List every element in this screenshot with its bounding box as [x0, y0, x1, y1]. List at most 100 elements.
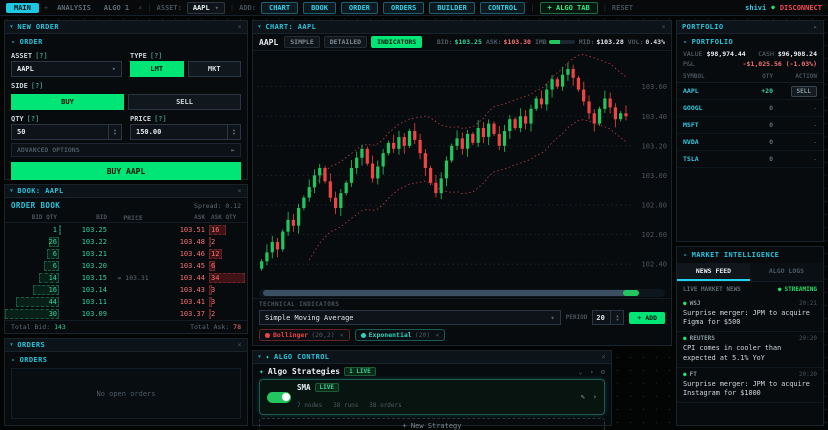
close-icon[interactable]: × [237, 341, 242, 349]
new-strategy-button[interactable]: + New Strategy [259, 418, 605, 430]
expand-icon[interactable]: ▸ [813, 23, 818, 31]
collapse-icon[interactable]: ⌄ [578, 368, 582, 376]
sell-button[interactable]: SELL [791, 86, 817, 97]
add-builder-button[interactable]: BUILDER [429, 2, 475, 14]
asset-select[interactable]: AAPL ▾ [187, 2, 225, 14]
spinner-icon[interactable]: ▲▼ [610, 311, 623, 324]
close-icon[interactable]: × [237, 187, 242, 195]
collapse-icon[interactable]: ▼ [10, 188, 13, 194]
algo-control-header[interactable]: ▼ ✦ ALGO CONTROL × [253, 351, 611, 364]
portfolio-row[interactable]: AAPL+20SELL [677, 83, 823, 100]
collapse-icon[interactable]: ▼ [258, 354, 261, 360]
book-row[interactable]: 14103.15= 103.31103.4434 [5, 272, 247, 284]
ask-price: 103.41 [159, 298, 205, 306]
chart-zoom-grip[interactable] [623, 290, 639, 296]
portfolio-row[interactable]: NVDA0- [677, 134, 823, 151]
close-icon[interactable]: × [237, 23, 242, 31]
close-tab-icon[interactable]: × [138, 4, 142, 12]
qty-stepper[interactable]: 50 ▲▼ [11, 124, 122, 140]
tab-analysis[interactable]: ANALYSIS [53, 3, 95, 13]
side-buy-button[interactable]: BUY [11, 94, 124, 110]
book-row[interactable]: 1103.25103.5116 [5, 224, 247, 236]
spinner-icon[interactable]: ▲▼ [227, 125, 240, 139]
remove-indicator-icon[interactable]: × [340, 331, 344, 339]
collapse-icon[interactable]: ▼ [10, 342, 13, 348]
symbol: TSLA [683, 155, 735, 163]
strategy-name: SMA [297, 383, 311, 392]
portfolio-row[interactable]: MSFT0- [677, 117, 823, 134]
news-source: REUTERS [690, 335, 715, 342]
portfolio-row[interactable]: GOOGL0- [677, 100, 823, 117]
side-sell-button[interactable]: SELL [128, 94, 241, 110]
strategy-toggle[interactable] [267, 392, 291, 403]
chart-area[interactable]: 103.60103.40103.20103.00102.80102.60102.… [253, 51, 671, 288]
remove-indicator-icon[interactable]: × [435, 331, 439, 339]
bid-qty: 30 [5, 310, 57, 318]
news-item[interactable]: ●REUTERS20:20CPI comes in cooler than ex… [677, 332, 823, 367]
book-row[interactable]: 26103.22103.482 [5, 236, 247, 248]
indicator-chip[interactable]: Exponential(20)× [355, 329, 446, 341]
tab-main[interactable]: MAIN [6, 3, 39, 13]
collapse-icon[interactable]: - [683, 38, 688, 46]
chevron-down-icon: ▾ [112, 65, 116, 73]
advanced-options-toggle[interactable]: ADVANCED OPTIONS ► [11, 143, 241, 157]
chart-scrollbar-handle[interactable] [263, 290, 639, 296]
period-stepper[interactable]: 20 ▲▼ [592, 310, 624, 325]
indicator-chip[interactable]: Bollinger(20,2)× [259, 329, 350, 341]
collapse-icon[interactable]: - [11, 38, 16, 46]
book-row[interactable]: 30103.09103.372 [5, 308, 247, 320]
close-icon[interactable]: × [661, 23, 666, 31]
add-tab-icon[interactable]: + [44, 4, 48, 12]
strategy-card[interactable]: SMA LIVE 7 nodes 38 runs 38 orders ✎ › [259, 379, 605, 415]
book-panel: ▼ BOOK: AAPL × ORDER BOOK Spread: 0.12 B… [4, 184, 248, 334]
book-row[interactable]: 6103.21103.4612 [5, 248, 247, 260]
view-detailed-button[interactable]: DETAILED [324, 36, 367, 48]
tab-news-feed[interactable]: NEWS FEED [677, 263, 750, 281]
add-control-button[interactable]: CONTROL [480, 2, 526, 14]
strategy-meta: 7 nodes 38 runs 38 orders [297, 402, 402, 409]
collapse-icon[interactable]: - [11, 356, 16, 364]
chart-scrollbar-track[interactable] [259, 289, 665, 297]
type-lmt-button[interactable]: LMT [130, 61, 184, 77]
news-item[interactable]: ●WSJ20:21Surprise merger: JPM to acquire… [677, 297, 823, 332]
reset-button[interactable]: RESET [612, 4, 633, 12]
close-icon[interactable]: × [601, 353, 606, 361]
view-indicators-button[interactable]: INDICATORS [371, 36, 422, 48]
add-indicator-button[interactable]: + ADD [629, 312, 665, 324]
submit-buy-button[interactable]: BUY AAPL [11, 162, 241, 180]
news-item[interactable]: ●FT20:20Surprise merger: JPM to acquire … [677, 368, 823, 403]
view-simple-button[interactable]: SIMPLE [284, 36, 319, 48]
add-orders-button[interactable]: ORDERS [383, 2, 424, 14]
portfolio-header[interactable]: PORTFOLIO ▸ [677, 21, 823, 34]
add-chart-button[interactable]: CHART [261, 2, 298, 14]
new-order-header[interactable]: ▼ NEW ORDER × [5, 21, 247, 34]
orders-header[interactable]: ▼ ORDERS × [5, 339, 247, 352]
indicator-select[interactable]: Simple Moving Average ▾ [259, 310, 561, 325]
price-stepper[interactable]: 150.00 ▲▼ [130, 124, 241, 140]
add-order-button[interactable]: ORDER [341, 2, 378, 14]
portfolio-row[interactable]: TSLA0- [677, 151, 823, 168]
edit-icon[interactable]: ✎ [581, 393, 585, 401]
indicator-chips: Bollinger(20,2)× Exponential(20)× [259, 329, 665, 341]
disconnect-button[interactable]: DISCONNECT [780, 4, 822, 12]
chart-header[interactable]: ▼ CHART: AAPL × [253, 21, 671, 34]
type-mkt-button[interactable]: MKT [188, 61, 242, 77]
book-row[interactable]: 6103.20103.456 [5, 260, 247, 272]
spinner-icon[interactable]: ▲▼ [108, 125, 121, 139]
add-algo-tab-button[interactable]: + ALGO TAB [540, 2, 598, 14]
order-asset-select[interactable]: AAPL ▾ [11, 61, 122, 77]
book-row[interactable]: 16103.14103.433 [5, 284, 247, 296]
tab-algo-1[interactable]: ALGO 1 [100, 3, 133, 13]
collapse-icon[interactable]: ▼ [258, 24, 261, 30]
collapse-icon[interactable]: ▼ [10, 24, 13, 30]
add-book-button[interactable]: BOOK [303, 2, 336, 14]
tab-algo-logs[interactable]: ALGO LOGS [750, 263, 823, 281]
book-row[interactable]: 44103.11103.413 [5, 296, 247, 308]
gear-icon[interactable]: ⚙ [601, 368, 605, 376]
collapse-icon[interactable]: - [683, 251, 688, 259]
ask-price: 103.44 [159, 274, 205, 282]
book-header[interactable]: ▼ BOOK: AAPL × [5, 185, 247, 198]
chevron-right-icon[interactable]: › [590, 368, 594, 376]
chevron-right-icon[interactable]: › [593, 393, 597, 401]
ask-qty: 16 [205, 226, 247, 234]
